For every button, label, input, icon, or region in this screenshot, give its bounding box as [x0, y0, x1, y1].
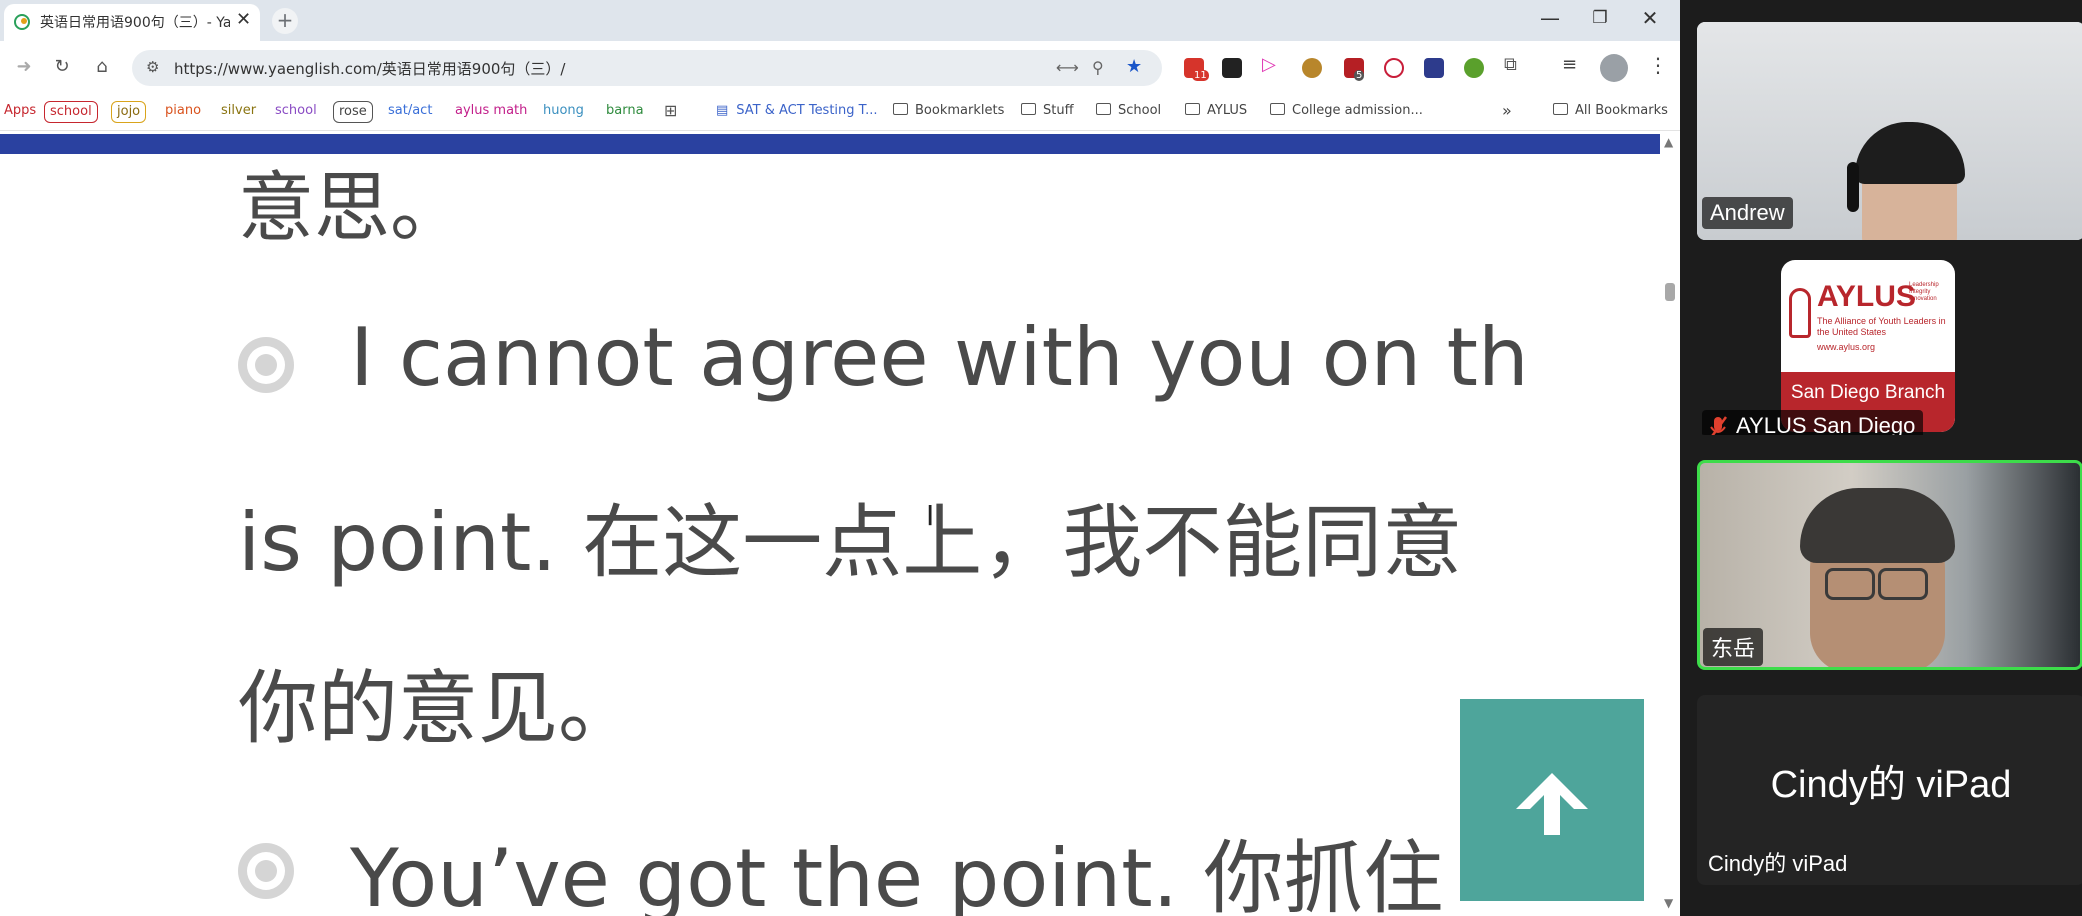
extension-icon[interactable]: ▷ — [1262, 54, 1282, 75]
profile-avatar[interactable] — [1600, 54, 1628, 82]
bookmark-chip[interactable]: aylus math — [450, 101, 532, 121]
participant-display-name: Cindy的 viPad — [1770, 764, 2012, 806]
bookmark-folder[interactable]: College admission... — [1270, 101, 1423, 121]
bookmark-chip[interactable]: silver — [216, 101, 261, 121]
bookmark-chip[interactable]: sat/act — [383, 101, 437, 121]
tab-groups-icon[interactable]: ⊞ — [664, 101, 677, 121]
logo-branch: San Diego Branch — [1790, 382, 1946, 403]
participant-name: 东岳 — [1703, 628, 1764, 666]
more-bookmarks-button[interactable]: » — [1502, 101, 1512, 121]
glasses-icon — [1825, 568, 1875, 600]
reload-icon[interactable]: ↻ — [48, 53, 76, 81]
browser-toolbar: ➜ ↻ ⌂ ⚙ https://www.yaenglish.com/英语日常用语… — [0, 41, 1680, 95]
extension-icon[interactable] — [1424, 58, 1444, 78]
headset-icon — [1847, 162, 1859, 212]
bookmark-chip[interactable]: school — [270, 101, 322, 121]
extension-badge: 5 — [1354, 70, 1365, 81]
bookmark-folder[interactable]: School — [1096, 101, 1161, 121]
scroll-up-icon[interactable]: ▲ — [1664, 135, 1673, 149]
page-content: 意思。 I cannot agree with you on th is poi… — [0, 131, 1660, 916]
doc-link-label: SAT & ACT Testing T... — [736, 103, 878, 118]
participant-tile[interactable]: AYLUS The Alliance of Youth Leaders in t… — [1697, 255, 2082, 435]
home-icon[interactable]: ⌂ — [88, 53, 116, 81]
zoom-icon[interactable]: ⚲ — [1092, 58, 1104, 77]
participant-tile[interactable]: Andrew — [1697, 22, 2082, 240]
muted-mic-icon — [1710, 416, 1727, 435]
content-line: 意思。 — [238, 163, 466, 252]
bookmark-folder[interactable]: Stuff — [1021, 101, 1074, 121]
bookmark-folder[interactable]: AYLUS — [1185, 101, 1247, 121]
site-info-icon[interactable]: ⚙ — [146, 58, 159, 76]
participant-name: Andrew — [1702, 197, 1793, 229]
bookmark-chip[interactable]: school — [44, 101, 98, 123]
extension-icon[interactable] — [1222, 58, 1242, 78]
content-line: is point. 在这一点上，我不能同意 — [238, 496, 1463, 589]
new-tab-button[interactable]: + — [272, 8, 298, 34]
text-cursor-icon: I — [926, 499, 935, 532]
logo-title: AYLUS — [1817, 280, 1916, 313]
close-window-button[interactable]: ✕ — [1630, 6, 1670, 30]
video-meeting-panel: Andrew AYLUS The Alliance of Youth Leade… — [1680, 0, 2082, 916]
aylus-logo: AYLUS The Alliance of Youth Leaders in t… — [1781, 260, 1955, 432]
url-text[interactable]: https://www.yaenglish.com/英语日常用语900句（三）/ — [174, 58, 566, 79]
bookmark-chip[interactable]: huong — [538, 101, 589, 121]
back-to-top-button[interactable] — [1460, 699, 1644, 901]
google-doc-icon: ▤ — [716, 103, 729, 118]
logo-tagline: The Alliance of Youth Leaders in the Uni… — [1817, 316, 1946, 337]
torch-icon — [1789, 288, 1811, 338]
menu-kebab-icon[interactable]: ⋮ — [1648, 53, 1668, 77]
puzzle-icon[interactable]: ⧉ — [1504, 54, 1524, 75]
scroll-down-icon[interactable]: ▼ — [1664, 896, 1673, 910]
address-bar[interactable]: ⚙ https://www.yaenglish.com/英语日常用语900句（三… — [132, 50, 1162, 86]
sat-act-doc-link[interactable]: ▤ SAT & ACT Testing T... — [716, 101, 877, 121]
bullet-icon — [238, 843, 294, 899]
participant-tile[interactable]: Cindy的 viPad Cindy的 viPad — [1697, 695, 2082, 885]
bookmark-folder[interactable]: Bookmarklets — [893, 101, 1004, 121]
apps-link[interactable]: Apps — [4, 101, 36, 121]
glasses-icon — [1878, 568, 1928, 600]
content-line: I cannot agree with you on th — [350, 311, 1529, 404]
mail-badge: 11 — [1192, 70, 1209, 81]
extension-icon[interactable] — [1302, 58, 1322, 78]
participant-name: Cindy的 viPad — [1708, 851, 1848, 876]
logo-url: www.aylus.org — [1817, 342, 1876, 352]
active-tab[interactable]: 英语日常用语900句（三）- Ya ✕ — [4, 4, 260, 41]
scrollbar-thumb[interactable] — [1665, 283, 1675, 301]
site-favicon-icon — [14, 14, 30, 30]
all-bookmarks-folder[interactable]: All Bookmarks — [1553, 101, 1668, 121]
play-extension-icon[interactable] — [1384, 58, 1404, 78]
participant-hair — [1800, 488, 1955, 563]
browser-window: 英语日常用语900句（三）- Ya ✕ + — ❐ ✕ ➜ ↻ ⌂ ⚙ http… — [0, 0, 1680, 916]
bookmark-chip[interactable]: piano — [160, 101, 206, 121]
bookmark-chip[interactable]: jojo — [111, 101, 147, 123]
arrow-up-icon — [1516, 773, 1588, 835]
bookmark-chip[interactable]: barna — [601, 101, 649, 121]
bookmark-star-icon[interactable]: ★ — [1126, 56, 1142, 77]
participant-name: AYLUS San Diego — [1702, 410, 1924, 435]
forward-icon[interactable]: ➜ — [10, 53, 38, 81]
bookmark-chip[interactable]: rose — [333, 101, 373, 123]
participant-tile-active-speaker[interactable]: 东岳 — [1697, 460, 2082, 670]
page-scrollbar[interactable]: ▲ ▼ — [1660, 131, 1680, 916]
logo-motto: Leadership Integrity Innovation — [1909, 282, 1939, 302]
add-extension-icon[interactable] — [1464, 58, 1484, 78]
tab-bar: 英语日常用语900句（三）- Ya ✕ + — ❐ ✕ — [0, 0, 1680, 41]
content-line: 你的意见。 — [238, 662, 638, 755]
content-line: You’ve got the point. 你抓住 — [350, 832, 1444, 916]
tab-title: 英语日常用语900句（三）- Ya — [40, 15, 230, 31]
media-list-icon[interactable]: ≡ — [1562, 54, 1582, 75]
restore-button[interactable]: ❐ — [1580, 8, 1620, 28]
bullet-icon — [238, 337, 294, 393]
minimize-button[interactable]: — — [1530, 6, 1570, 30]
translate-icon[interactable]: ⟷ — [1056, 58, 1079, 77]
tab-close-icon[interactable]: ✕ — [236, 9, 251, 30]
bookmarks-bar: Apps school jojo piano silver school ros… — [0, 95, 1680, 131]
